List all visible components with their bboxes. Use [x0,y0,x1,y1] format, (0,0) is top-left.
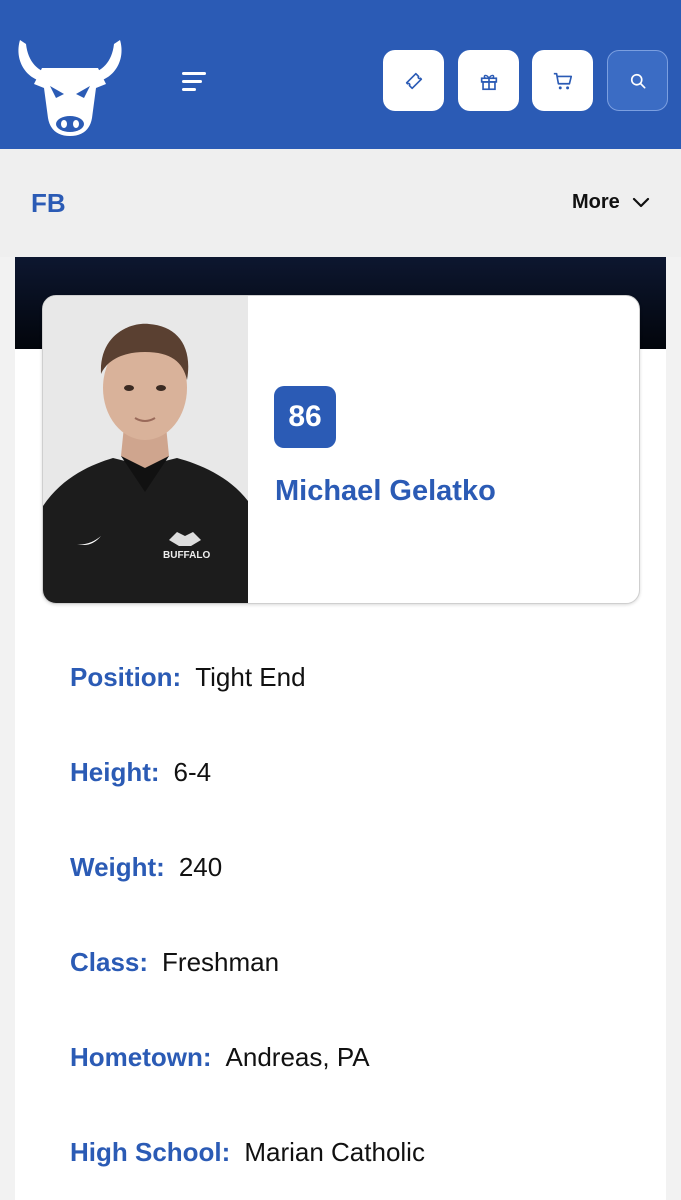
more-dropdown[interactable]: More [572,191,650,214]
player-card: BUFFALO [42,295,640,604]
chevron-down-icon [632,197,649,207]
detail-value: Andreas, PA [225,1042,370,1072]
detail-value: 240 [178,852,223,882]
detail-label: Hometown: [70,1042,212,1072]
detail-class: Class: Freshman [70,947,279,978]
detail-label: Position: [70,662,182,692]
detail-value: 6-4 [173,757,212,787]
detail-label: Weight: [70,852,165,882]
gift-icon [480,74,497,90]
detail-label: Height: [70,757,160,787]
more-label: More [572,191,620,213]
sport-link[interactable]: FB [31,188,66,219]
detail-label: High School: [70,1137,231,1167]
detail-high-school: High School: Marian Catholic [70,1137,425,1168]
search-button[interactable] [607,50,668,111]
detail-position: Position: Tight End [70,662,306,693]
menu-button[interactable] [170,64,216,100]
jersey-number-badge: 86 [274,386,336,448]
svg-text:BUFFALO: BUFFALO [163,550,210,561]
detail-hometown: Hometown: Andreas, PA [70,1042,370,1073]
site-header [0,0,681,149]
detail-weight: Weight: 240 [70,852,222,883]
player-name: Michael Gelatko [275,475,496,507]
player-photo: BUFFALO [43,296,248,603]
search-icon [630,73,645,88]
detail-value: Tight End [195,662,306,692]
ticket-icon [405,72,422,89]
gift-button[interactable] [458,50,519,111]
detail-value: Freshman [162,947,280,977]
bull-logo[interactable] [12,22,128,138]
detail-height: Height: 6-4 [70,757,211,788]
hamburger-menu-icon [182,72,206,75]
cart-button[interactable] [532,50,593,111]
detail-value: Marian Catholic [244,1137,425,1167]
tickets-button[interactable] [383,50,444,111]
cart-icon [553,72,572,89]
detail-label: Class: [70,947,149,977]
